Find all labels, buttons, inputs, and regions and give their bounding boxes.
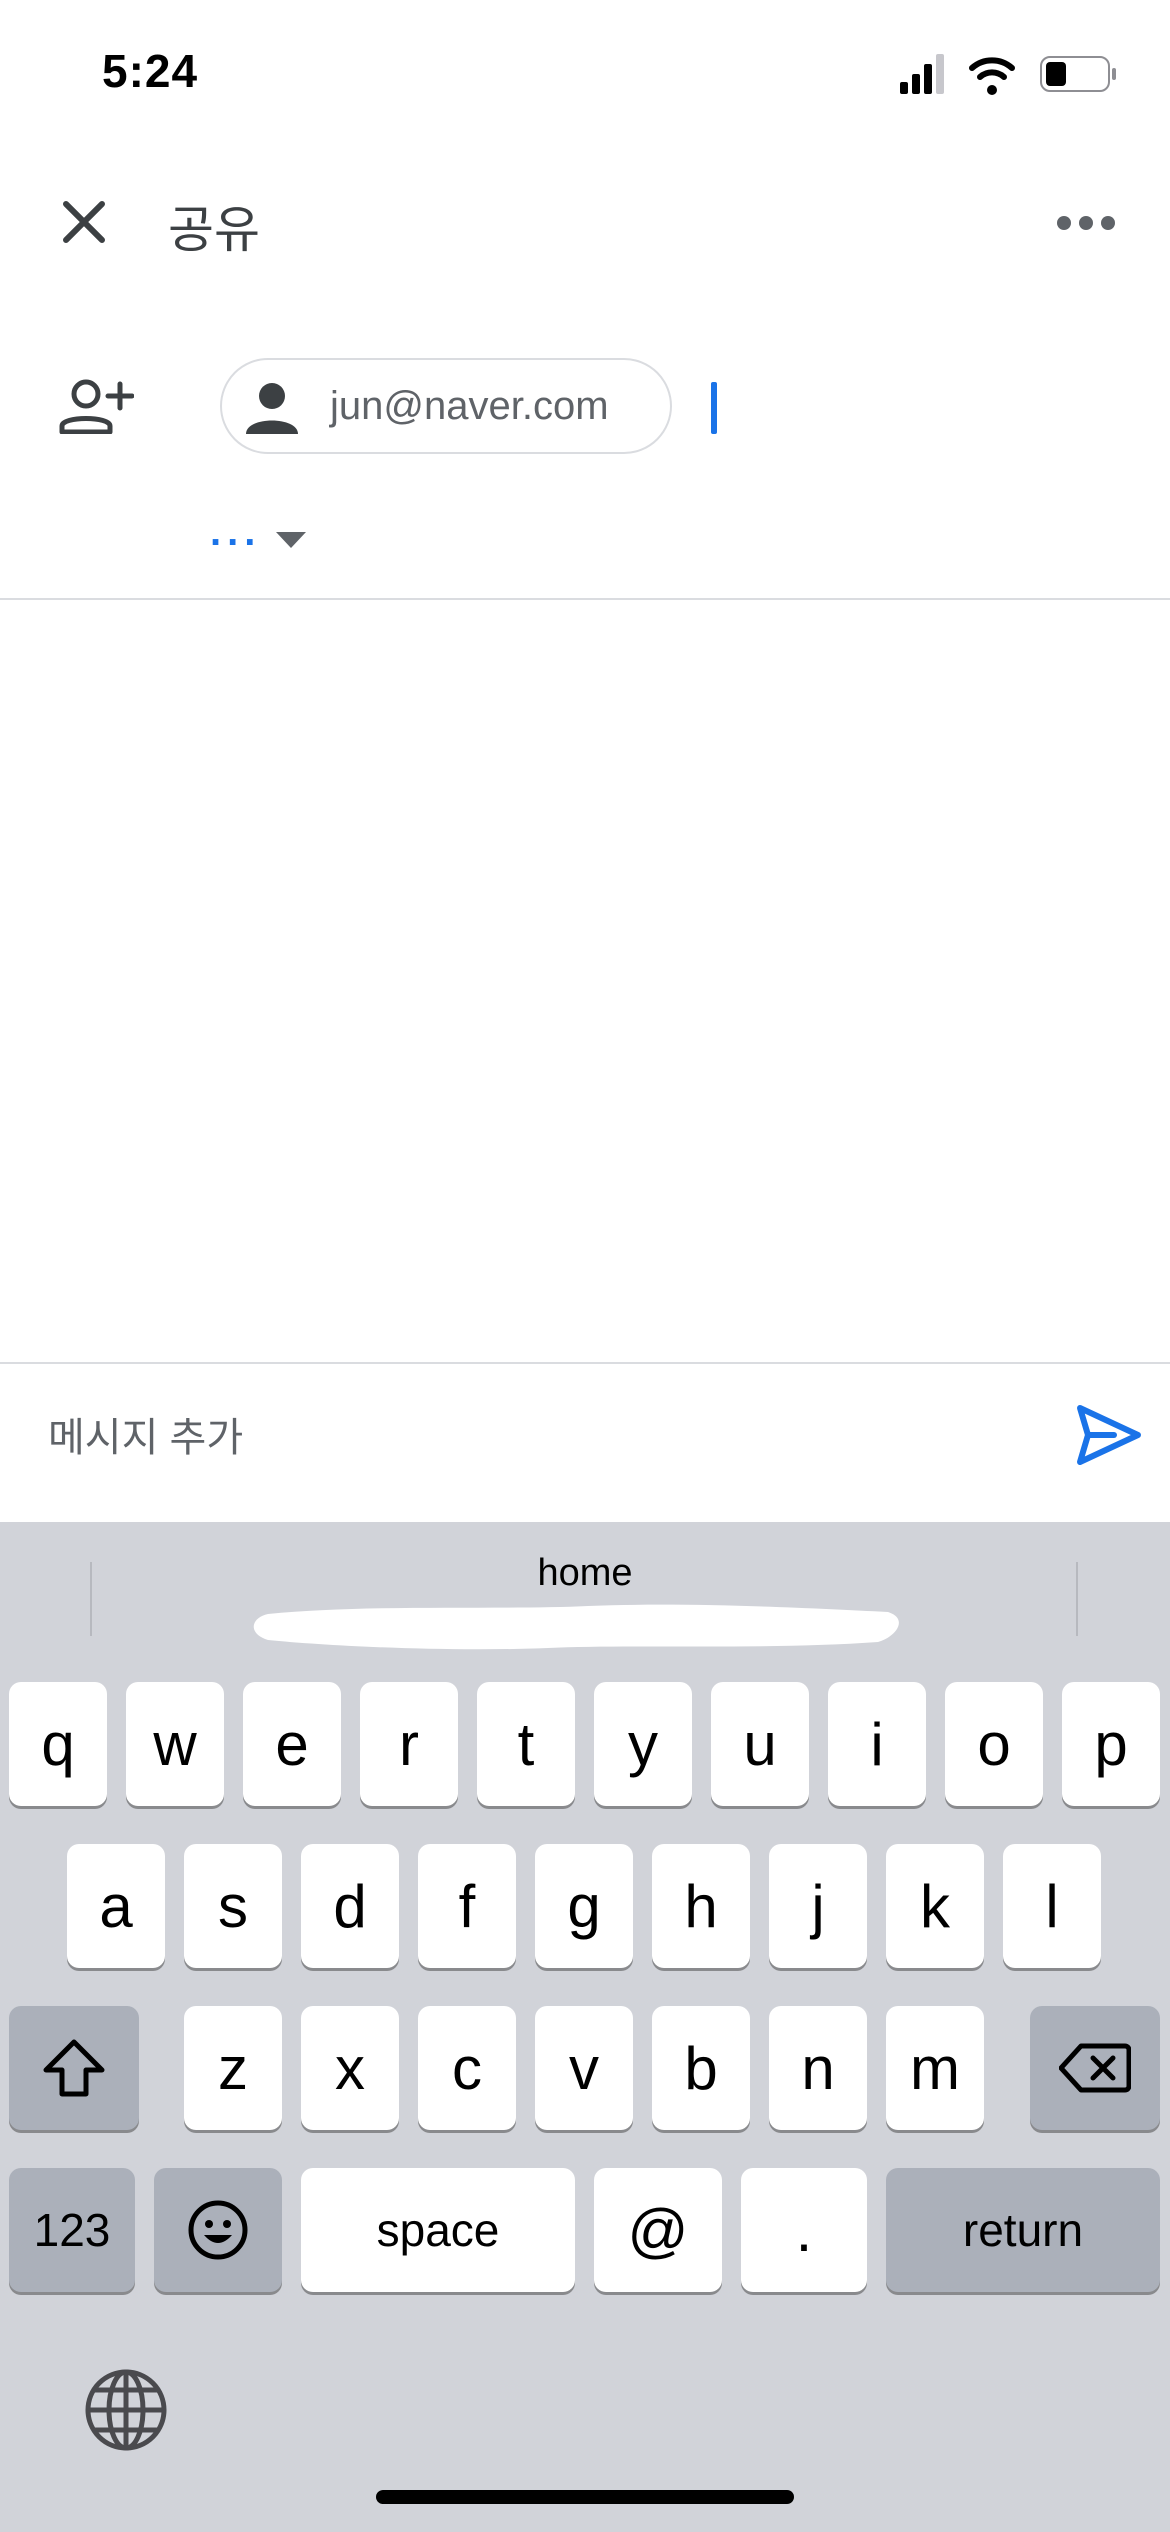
wifi-icon (969, 57, 1015, 95)
key-r[interactable]: r (360, 1682, 458, 1806)
key-o[interactable]: o (945, 1682, 1043, 1806)
key-f[interactable]: f (418, 1844, 516, 1968)
globe-button[interactable] (84, 2368, 168, 2452)
home-indicator (376, 2490, 794, 2504)
key-p[interactable]: p (1062, 1682, 1160, 1806)
emoji-icon (188, 2200, 248, 2260)
key-v[interactable]: v (535, 2006, 633, 2130)
numbers-key[interactable]: 123 (9, 2168, 135, 2292)
caret-down-icon[interactable] (274, 530, 308, 550)
battery-icon (1040, 56, 1116, 92)
key-u[interactable]: u (711, 1682, 809, 1806)
person-icon (246, 383, 298, 434)
key-x[interactable]: x (301, 2006, 399, 2130)
cellular-signal-icon (900, 54, 944, 94)
close-icon (63, 201, 105, 243)
emoji-key[interactable] (154, 2168, 282, 2292)
key-t[interactable]: t (477, 1682, 575, 1806)
key-w[interactable]: w (126, 1682, 224, 1806)
more-horizontal-icon (1057, 216, 1115, 230)
key-c[interactable]: c (418, 2006, 516, 2130)
recipient-email: jun@naver.com (330, 384, 609, 428)
send-icon (1077, 1405, 1141, 1465)
role-selector-label[interactable]: ... (210, 510, 261, 555)
return-key[interactable]: return (886, 2168, 1160, 2292)
recipient-chip[interactable]: jun@naver.com (220, 358, 672, 454)
more-options-button[interactable] (1056, 206, 1116, 240)
shift-key[interactable] (9, 2006, 139, 2130)
close-button[interactable] (52, 190, 116, 254)
keyboard: home q w e r t y u i o p a s d f g h j k… (0, 1522, 1170, 2532)
key-e[interactable]: e (243, 1682, 341, 1806)
key-n[interactable]: n (769, 2006, 867, 2130)
globe-icon (85, 2369, 167, 2451)
redacted-area (253, 1604, 899, 1650)
key-y[interactable]: y (594, 1682, 692, 1806)
key-z[interactable]: z (184, 2006, 282, 2130)
status-icons (900, 54, 1116, 95)
message-input[interactable] (48, 1403, 948, 1473)
person-add-icon (59, 379, 134, 434)
key-g[interactable]: g (535, 1844, 633, 1968)
delete-key[interactable] (1030, 2006, 1160, 2130)
page-title: 공유 (168, 202, 260, 258)
key-b[interactable]: b (652, 2006, 750, 2130)
key-l[interactable]: l (1003, 1844, 1101, 1968)
shift-icon (43, 2039, 105, 2097)
key-s[interactable]: s (184, 1844, 282, 1968)
key-j[interactable]: j (769, 1844, 867, 1968)
backspace-icon (1059, 2043, 1131, 2093)
key-k[interactable]: k (886, 1844, 984, 1968)
divider (0, 598, 1170, 600)
space-key[interactable]: space (301, 2168, 575, 2292)
key-q[interactable]: q (9, 1682, 107, 1806)
key-d[interactable]: d (301, 1844, 399, 1968)
key-m[interactable]: m (886, 2006, 984, 2130)
text-cursor (711, 382, 717, 434)
divider (0, 1362, 1170, 1364)
period-key[interactable]: . (741, 2168, 867, 2292)
status-time: 5:24 (102, 45, 199, 97)
key-i[interactable]: i (828, 1682, 926, 1806)
key-a[interactable]: a (67, 1844, 165, 1968)
at-key[interactable]: @ (594, 2168, 722, 2292)
suggestion-word[interactable]: home (0, 1552, 1170, 1595)
key-h[interactable]: h (652, 1844, 750, 1968)
send-button[interactable] (1074, 1402, 1144, 1468)
